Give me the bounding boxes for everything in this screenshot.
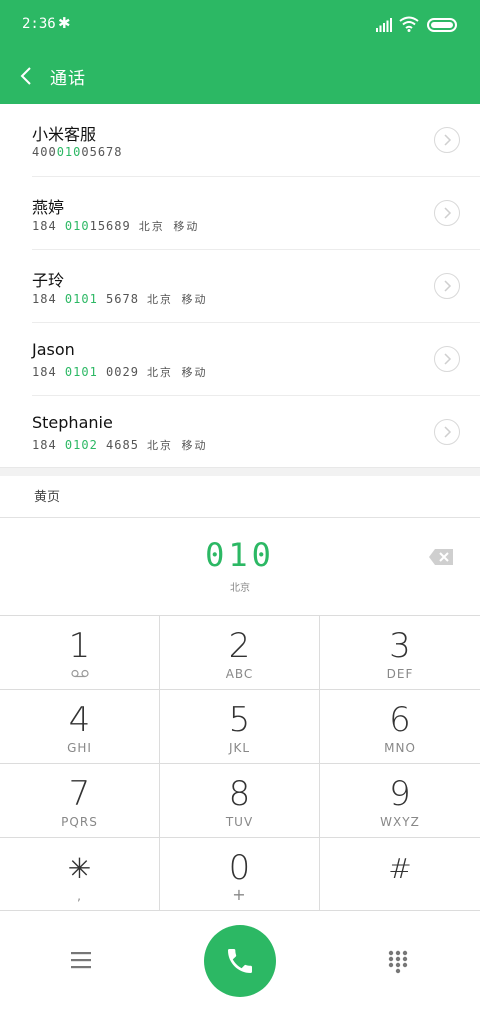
- key-digit: 2: [228, 626, 251, 666]
- key-6[interactable]: 6 MNO: [320, 690, 480, 764]
- key-letters: TUV: [225, 815, 254, 829]
- menu-icon[interactable]: [70, 950, 92, 970]
- key-5[interactable]: 5 JKL: [160, 690, 320, 764]
- chevron-right-circle-icon[interactable]: [434, 273, 460, 299]
- call-button[interactable]: [204, 925, 276, 997]
- bluetooth-icon: ✱: [58, 14, 71, 32]
- chevron-right-circle-icon[interactable]: [434, 200, 460, 226]
- contact-name: 燕婷: [32, 198, 65, 217]
- key-digit: 5: [228, 700, 251, 740]
- key-9[interactable]: 9 WXYZ: [320, 764, 480, 838]
- chevron-right-circle-icon[interactable]: [434, 346, 460, 372]
- contact-name: 子玲: [32, 271, 65, 290]
- app-bar: 通话: [0, 50, 480, 104]
- key-4[interactable]: 4 GHI: [0, 690, 160, 764]
- battery-icon: [427, 18, 457, 32]
- contact-result-row[interactable]: Jason 184 0101 0029 北京 移动: [32, 323, 480, 396]
- key-digit: 7: [68, 774, 91, 814]
- key-digit: 9: [389, 774, 411, 814]
- status-bar: 2:36 ✱: [0, 0, 480, 50]
- contact-number: 40001005678: [32, 145, 123, 159]
- contact-result-row[interactable]: 燕婷 184 01015689 北京 移动: [32, 177, 480, 250]
- key-digit: 4: [68, 700, 91, 740]
- contact-result-row[interactable]: 小米客服 40001005678: [32, 104, 480, 177]
- dialpad-icon[interactable]: [388, 950, 408, 974]
- search-results-list: 小米客服 40001005678 燕婷 184 01015689 北京 移动 子玲…: [0, 104, 480, 469]
- key-digit: 8: [228, 774, 251, 814]
- backspace-icon[interactable]: [428, 548, 454, 566]
- key-digit: 6: [389, 700, 411, 740]
- wifi-icon: [399, 16, 419, 32]
- key-letters: +: [232, 885, 247, 904]
- key-digit: 3: [389, 626, 411, 666]
- key-1[interactable]: 1: [0, 616, 160, 690]
- key-digit: 0: [228, 848, 251, 888]
- key-letters: WXYZ: [380, 815, 420, 829]
- contact-number: 184 0101 0029 北京 移动: [32, 365, 208, 379]
- key-letters: GHI: [67, 741, 92, 755]
- key-letters: PQRS: [61, 815, 98, 829]
- phone-icon: [228, 949, 252, 973]
- contact-name: 小米客服: [32, 125, 97, 144]
- chevron-right-circle-icon[interactable]: [434, 127, 460, 153]
- key-letters: DEF: [386, 667, 414, 681]
- contact-number: 184 0101 5678 北京 移动: [32, 292, 208, 306]
- yellow-pages-link[interactable]: 黄页: [34, 486, 60, 505]
- key-star[interactable]: ✳ ,: [0, 838, 160, 911]
- dialed-number: 010: [205, 536, 275, 574]
- key-digit: ✳: [67, 852, 92, 885]
- signal-icon: [376, 18, 392, 32]
- key-letters: JKL: [228, 741, 251, 755]
- contact-number: 184 0102 4685 北京 移动: [32, 438, 208, 452]
- key-letters: ,: [77, 889, 82, 903]
- contact-name: Stephanie: [32, 413, 113, 432]
- key-letters: MNO: [384, 741, 416, 755]
- contact-number: 184 01015689 北京 移动: [32, 219, 200, 233]
- chevron-right-circle-icon[interactable]: [434, 419, 460, 445]
- key-3[interactable]: 3 DEF: [320, 616, 480, 690]
- back-icon[interactable]: [18, 64, 36, 88]
- voicemail-icon: [71, 669, 89, 678]
- key-digit: #: [388, 852, 412, 885]
- dialer-bottom-bar: [0, 910, 480, 1013]
- key-digit: 1: [68, 626, 91, 666]
- contact-result-row[interactable]: Stephanie 184 0102 4685 北京 移动: [32, 396, 480, 469]
- contact-result-row[interactable]: 子玲 184 0101 5678 北京 移动: [32, 250, 480, 323]
- key-0[interactable]: 0 +: [160, 838, 320, 911]
- dialed-number-display: 010 北京: [0, 517, 480, 615]
- contact-name: Jason: [32, 340, 75, 359]
- status-time: 2:36: [22, 16, 56, 32]
- key-8[interactable]: 8 TUV: [160, 764, 320, 838]
- key-7[interactable]: 7 PQRS: [0, 764, 160, 838]
- key-hash[interactable]: #: [320, 838, 480, 911]
- dial-keypad: 1 2 ABC 3 DEF 4 GHI 5 JKL 6 MNO 7 PQRS 8…: [0, 615, 480, 911]
- dialed-number-location: 北京: [230, 583, 250, 594]
- section-divider: [0, 467, 480, 476]
- key-letters: ABC: [225, 667, 254, 681]
- key-2[interactable]: 2 ABC: [160, 616, 320, 690]
- page-title: 通话: [50, 69, 86, 89]
